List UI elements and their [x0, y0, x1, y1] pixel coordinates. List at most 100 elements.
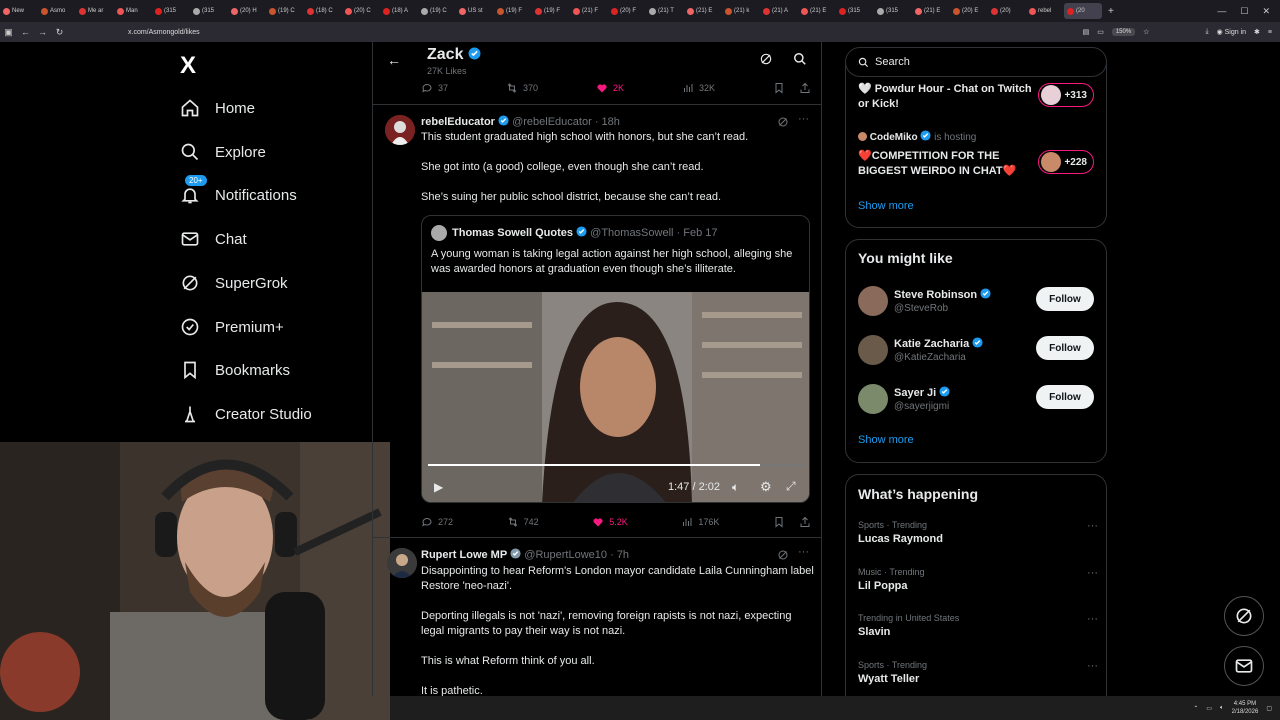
share-icon[interactable] [799, 516, 811, 528]
grok-icon[interactable] [777, 116, 789, 128]
quote-date[interactable]: Feb 17 [683, 227, 717, 239]
browser-tab[interactable]: (19) F [532, 3, 570, 19]
star-icon[interactable]: ☆ [1143, 28, 1149, 36]
trend-item[interactable]: Trending in United States Slavin ··· [858, 613, 1098, 638]
pip-icon[interactable]: ▭ [1097, 28, 1104, 36]
minimize-icon[interactable]: — [1217, 6, 1226, 16]
back-icon[interactable]: ← [17, 27, 34, 37]
browser-tab[interactable]: (315 [874, 3, 912, 19]
browser-tab[interactable]: (19) C [418, 3, 456, 19]
browser-tab[interactable]: (21) A [760, 3, 798, 19]
menu-icon[interactable]: ≡ [1268, 29, 1272, 36]
browser-tab[interactable]: (21) E [798, 3, 836, 19]
fullscreen-icon[interactable]: ⤢ [786, 479, 796, 494]
avatar[interactable] [387, 548, 417, 578]
browser-tab[interactable]: (21) E [912, 3, 950, 19]
share-icon[interactable] [799, 82, 811, 94]
trend-item[interactable]: Sports · Trending Lucas Raymond ··· [858, 520, 1098, 545]
network-icon[interactable]: ▭ [1206, 705, 1212, 712]
tweet-rebeleducator[interactable]: rebelEducator @rebelEducator · 18h ··· T… [373, 105, 821, 537]
nav-item-bookmarks[interactable]: Bookmarks [180, 360, 290, 380]
nav-item-premium[interactable]: Premium+ [180, 317, 284, 337]
author-handle[interactable]: @RupertLowe10 [524, 549, 607, 561]
signin-button[interactable]: ◉ Sign in [1217, 28, 1246, 36]
search-icon[interactable] [793, 52, 807, 66]
browser-tab[interactable]: (18) A [380, 3, 418, 19]
play-icon[interactable]: ▶ [434, 480, 443, 494]
download-icon[interactable]: ⤓ [1205, 28, 1208, 36]
grok-icon[interactable] [759, 52, 773, 66]
more-options-icon[interactable]: ··· [1087, 520, 1098, 532]
browser-tab[interactable]: (20 [1064, 3, 1102, 19]
reply-button[interactable]: 37 [421, 82, 448, 94]
video-progress-track[interactable] [428, 464, 805, 466]
trend-item[interactable]: Music · Trending Lil Poppa ··· [858, 567, 1098, 592]
notification-center-icon[interactable]: ▢ [1266, 705, 1272, 712]
tweet-time[interactable]: 18h [602, 116, 620, 128]
author-name[interactable]: Rupert Lowe MP [421, 549, 507, 561]
settings-gear-icon[interactable]: ⚙︎ [760, 479, 772, 495]
host-name[interactable]: CodeMiko [870, 132, 918, 143]
trend-item[interactable]: Sports · Trending Wyatt Teller ··· [858, 660, 1098, 685]
browser-tab[interactable]: (21) E [684, 3, 722, 19]
more-options-icon[interactable]: ··· [1087, 660, 1098, 672]
volume-icon[interactable]: 🔈︎ [732, 480, 739, 495]
quote-author-name[interactable]: Thomas Sowell Quotes [452, 227, 573, 239]
browser-tab[interactable]: (315 [152, 3, 190, 19]
more-options-icon[interactable]: ··· [1087, 567, 1098, 579]
browser-tab[interactable]: rebel [1026, 3, 1064, 19]
new-tab-icon[interactable]: + [1108, 6, 1114, 17]
browser-tab[interactable]: US st [456, 3, 494, 19]
more-options-icon[interactable]: ··· [798, 113, 809, 125]
nav-item-home[interactable]: Home [180, 98, 255, 118]
show-more-link[interactable]: Show more [858, 200, 914, 212]
browser-tab[interactable]: (315 [190, 3, 228, 19]
volume-icon[interactable]: 🔈︎ [1220, 705, 1224, 712]
sidebar-toggle-icon[interactable]: ▣ [0, 27, 17, 38]
nav-item-chat[interactable]: Chat [180, 229, 247, 249]
messages-fab[interactable] [1224, 646, 1264, 686]
reply-button[interactable]: 272 [421, 516, 453, 528]
close-window-icon[interactable]: ✕ [1262, 6, 1270, 17]
live-title[interactable]: 🤍 Powdur Hour - Chat on Twitch or Kick! [858, 82, 1038, 112]
more-options-icon[interactable]: ··· [798, 546, 809, 558]
follow-button[interactable]: Follow [1036, 385, 1094, 409]
follow-button[interactable]: Follow [1036, 287, 1094, 311]
live-join-pill[interactable]: +228 [1038, 150, 1094, 174]
follow-button[interactable]: Follow [1036, 336, 1094, 360]
avatar[interactable] [858, 286, 888, 316]
views-button[interactable]: 176K [681, 516, 719, 528]
reader-icon[interactable]: ▤ [1083, 28, 1090, 36]
avatar[interactable] [385, 115, 415, 145]
quoted-tweet[interactable]: Thomas Sowell Quotes @ThomasSowell · Feb… [421, 215, 810, 503]
browser-tab[interactable]: (20) [988, 3, 1026, 19]
like-button[interactable]: 2K [596, 82, 624, 94]
bookmark-icon[interactable] [773, 516, 785, 528]
browser-tab[interactable]: (19) F [494, 3, 532, 19]
zoom-level[interactable]: 150% [1111, 28, 1136, 36]
quote-avatar[interactable] [431, 225, 447, 241]
reload-icon[interactable]: ↻ [51, 27, 68, 38]
more-options-icon[interactable]: ··· [1087, 613, 1098, 625]
nav-item-explore[interactable]: Explore [180, 142, 266, 162]
browser-tab[interactable]: (315 [836, 3, 874, 19]
browser-tab[interactable]: (20) C [342, 3, 380, 19]
browser-tab[interactable]: (20) E [950, 3, 988, 19]
forward-icon[interactable]: → [34, 27, 51, 37]
x-logo[interactable]: X [180, 52, 196, 80]
address-bar[interactable]: x.com/Asmongold/likes [128, 29, 200, 36]
tweet-rupertlowe[interactable]: Rupert Lowe MP @RupertLowe10 · 7h ··· Di… [373, 538, 821, 696]
grok-fab[interactable] [1224, 596, 1264, 636]
browser-tab[interactable]: Man [114, 3, 152, 19]
browser-tab[interactable]: Me ar [76, 3, 114, 19]
live-title[interactable]: ❤️COMPETITION FOR THE BIGGEST WEIRDO IN … [858, 149, 1028, 179]
browser-tab[interactable]: (18) C [304, 3, 342, 19]
clock[interactable]: 4:45 PM 2/18/2026 [1232, 700, 1259, 716]
views-button[interactable]: 32K [682, 82, 715, 94]
browser-tab[interactable]: (20) F [608, 3, 646, 19]
tray-chevron-icon[interactable]: ⌃ [1193, 705, 1198, 712]
browser-tab[interactable]: (21) F [570, 3, 608, 19]
browser-tab[interactable]: (20) H [228, 3, 266, 19]
video-player[interactable]: ▶ 1:47 / 2:02 🔈︎ ⚙︎ ⤢ [422, 292, 809, 502]
bookmark-icon[interactable] [773, 82, 785, 94]
